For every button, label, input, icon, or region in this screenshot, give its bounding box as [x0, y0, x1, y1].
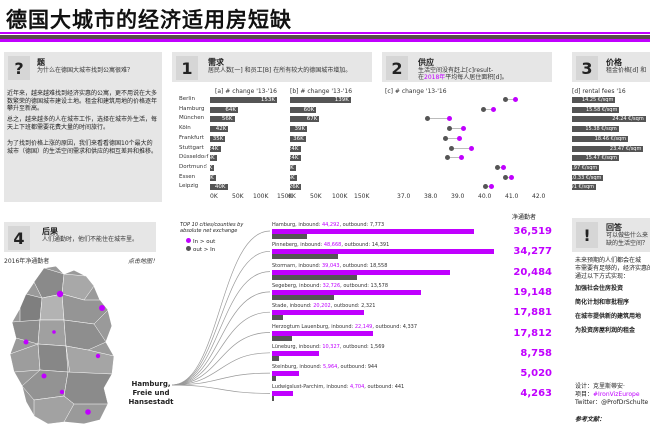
flow-outbound-bar[interactable] [272, 274, 357, 280]
answer-number-box: ! [576, 222, 598, 248]
flow-outbound-bar[interactable] [272, 355, 280, 361]
flow-outbound-bar[interactable] [272, 315, 283, 321]
answer-item-3: 在城市提供新的建筑用地 [575, 313, 642, 320]
flow-row-label: Pinneberg, inbound: 48,668, outbound: 14… [272, 242, 390, 249]
answer-subtitle-2: 缺的生活空间？ [606, 240, 649, 247]
answer-item-1: 加强社会住房投资 [575, 285, 624, 292]
flow-outbound-bar[interactable] [272, 376, 277, 382]
flow-net-value: 17,881 [513, 307, 552, 319]
flow-row-label: Segeberg, inbound: 32,726, outbound: 13,… [272, 282, 389, 289]
flow-outbound-bar[interactable] [272, 294, 334, 300]
answer-subtitle-1: 可以做些什么来 [606, 232, 649, 239]
flow-net-value: 34,277 [513, 246, 552, 258]
flow-outbound-bar[interactable] [272, 396, 274, 402]
flow-row-label: Lüneburg, inbound: 10,327, outbound: 1,5… [272, 343, 385, 350]
flow-row-label: Stormarn, inbound: 39,043, outbound: 18,… [272, 262, 388, 269]
flow-row-label: Ludwigslust-Parchim, inbound: 4,704, out… [272, 384, 405, 391]
references-heading: 参考文献： [575, 416, 606, 423]
flow-row-label: Stade, inbound: 20,202, outbound: 2,321 [272, 303, 376, 310]
flow-row-label: Steinburg, inbound: 5,964, outbound: 944 [272, 364, 378, 371]
answer-item-2: 简化计划和审批程序 [575, 299, 630, 306]
flow-net-value: 5,020 [520, 368, 552, 380]
answer-body-3: 通过以下方式实现： [575, 273, 630, 280]
flow-outbound-bar[interactable] [272, 254, 338, 260]
flow-outbound-bar[interactable] [272, 234, 308, 239]
flows-list: Hamburg, inbound: 44,292, outbound: 7,77… [0, 0, 650, 425]
flow-net-value: 4,263 [520, 388, 552, 400]
flow-outbound-bar[interactable] [272, 335, 292, 341]
flow-net-value: 17,812 [513, 327, 552, 339]
flow-row-label: Herzogtum Lauenburg, inbound: 22,149, ou… [272, 323, 418, 330]
flow-net-value: 36,519 [513, 226, 552, 237]
flow-net-value: 8,758 [520, 347, 552, 359]
flow-inbound-bar[interactable] [272, 391, 294, 397]
credit-twitter[interactable]: Twitter：@ProfDrSchulte [575, 397, 648, 406]
flow-row-label: Hamburg, inbound: 44,292, outbound: 7,77… [272, 222, 385, 228]
flow-inbound-bar[interactable] [272, 310, 365, 316]
flow-net-value: 19,148 [513, 286, 552, 298]
flow-net-value: 20,484 [513, 266, 552, 278]
answer-item-4: 为投资房屋利润的租金 [575, 327, 636, 334]
